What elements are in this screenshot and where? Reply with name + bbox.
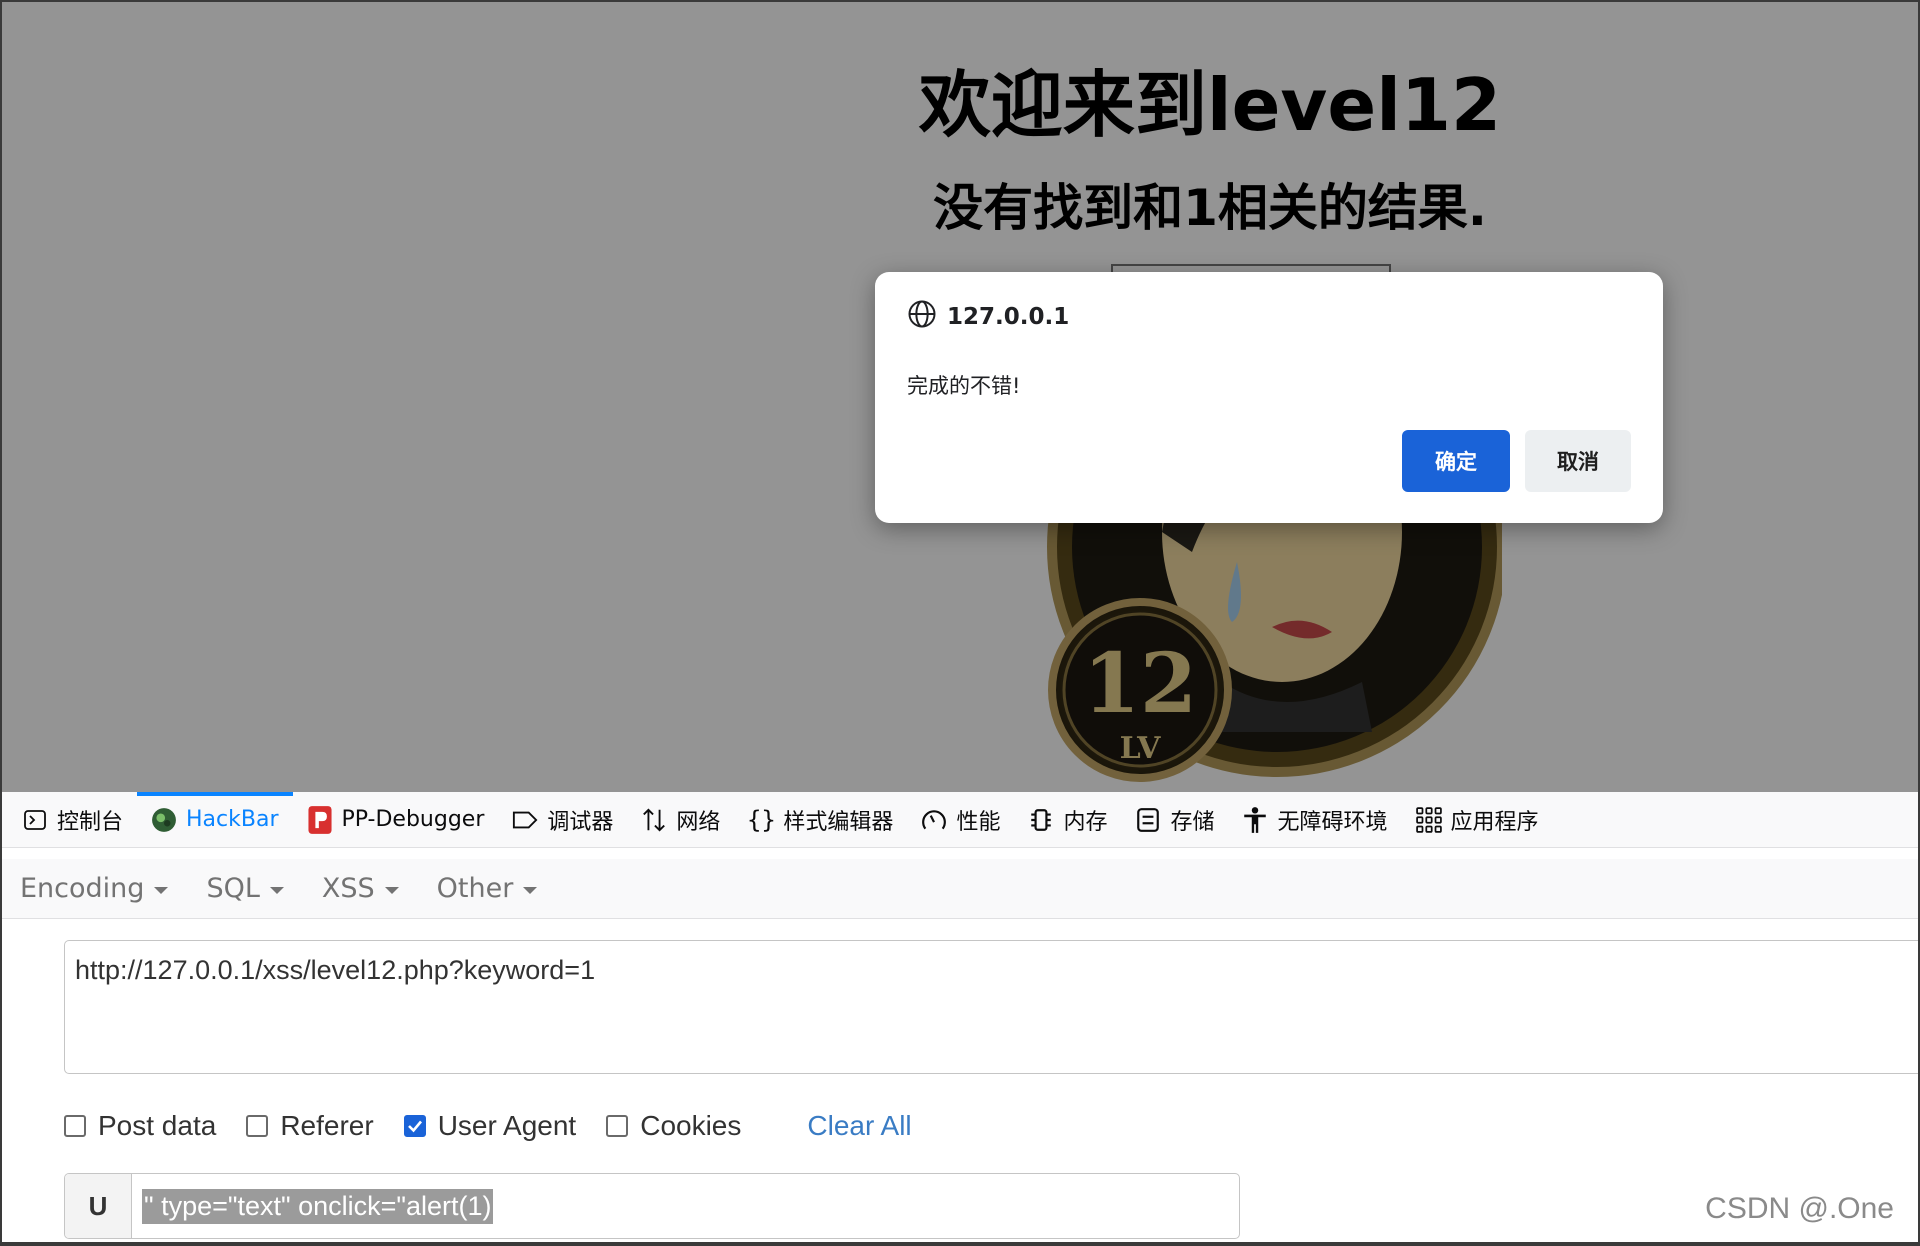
- style-editor-icon: {}: [746, 805, 776, 834]
- option-label: User Agent: [437, 1110, 577, 1141]
- request-options: Post data Referer User Agent Cookies Cle…: [64, 1106, 912, 1146]
- tab-label: 无障碍环境: [1277, 809, 1388, 835]
- tab-pp-debugger[interactable]: PP-Debugger: [293, 792, 499, 848]
- tab-storage[interactable]: 存储: [1121, 792, 1228, 848]
- memory-icon: [1028, 807, 1054, 833]
- tab-label: 控制台: [57, 809, 124, 835]
- clear-all-link[interactable]: Clear All: [807, 1110, 911, 1142]
- tab-hackbar[interactable]: HackBar: [137, 791, 293, 848]
- cancel-button[interactable]: 取消: [1525, 430, 1631, 492]
- menu-label: Other: [436, 873, 514, 904]
- user-agent-checkbox[interactable]: [403, 1115, 426, 1137]
- dialog-origin-text: 127.0.0.1: [947, 304, 1070, 330]
- user-agent-label: U: [65, 1174, 132, 1238]
- application-icon: [1415, 806, 1442, 833]
- referer-option[interactable]: Referer: [246, 1110, 374, 1142]
- post-data-checkbox[interactable]: [64, 1115, 86, 1137]
- globe-icon: [907, 299, 937, 335]
- ok-button[interactable]: 确定: [1402, 430, 1510, 492]
- tab-application[interactable]: 应用程序: [1402, 792, 1553, 848]
- tab-style-editor[interactable]: {} 样式编辑器: [734, 792, 907, 848]
- tab-label: 性能: [956, 809, 1001, 835]
- tab-memory[interactable]: 内存: [1014, 792, 1121, 848]
- browser-frame: 欢迎来到level12 没有找到和1相关的结果. 12 LV 127.0.0.1…: [2, 2, 1918, 1242]
- dialog-origin: 127.0.0.1: [907, 300, 1069, 334]
- performance-icon: [921, 807, 947, 833]
- user-agent-input[interactable]: " type="text" onclick="alert(1): [132, 1174, 494, 1238]
- devtools-tab-bar: 控制台 HackBar PP-Debugger 调试器 网络 {} 样式编辑器 …: [2, 791, 1918, 848]
- tab-label: PP-Debugger: [341, 807, 485, 832]
- caret-down-icon: [384, 887, 399, 894]
- caret-down-icon: [523, 887, 538, 894]
- sql-menu[interactable]: SQL: [206, 873, 284, 904]
- network-icon: [641, 807, 667, 833]
- tab-label: 网络: [676, 809, 721, 835]
- checkmark-icon: [407, 1120, 422, 1133]
- hackbar-menu-bar: Encoding SQL XSS Other: [2, 859, 1918, 919]
- cookies-option[interactable]: Cookies: [606, 1110, 741, 1142]
- user-agent-option[interactable]: User Agent: [403, 1110, 577, 1142]
- user-agent-field: U " type="text" onclick="alert(1): [64, 1173, 1240, 1239]
- caret-down-icon: [154, 887, 169, 894]
- encoding-menu[interactable]: Encoding: [20, 873, 169, 904]
- cookies-checkbox[interactable]: [606, 1115, 629, 1137]
- referer-checkbox[interactable]: [246, 1115, 269, 1137]
- debugger-icon: [512, 807, 538, 833]
- tab-label: 存储: [1170, 809, 1215, 835]
- storage-icon: [1135, 807, 1161, 833]
- tab-network[interactable]: 网络: [627, 792, 734, 848]
- menu-label: SQL: [206, 873, 260, 904]
- xss-menu[interactable]: XSS: [322, 873, 399, 904]
- tab-label: 应用程序: [1450, 809, 1539, 835]
- tab-debugger[interactable]: 调试器: [498, 792, 627, 848]
- post-data-option[interactable]: Post data: [64, 1110, 216, 1142]
- url-textarea[interactable]: http://127.0.0.1/xss/level12.php?keyword…: [64, 940, 1918, 1074]
- other-menu[interactable]: Other: [437, 873, 538, 904]
- dialog-message: 完成的不错!: [907, 374, 1021, 398]
- menu-label: Encoding: [20, 873, 145, 904]
- option-label: Referer: [280, 1110, 374, 1141]
- option-label: Cookies: [640, 1110, 742, 1141]
- console-icon: [22, 807, 48, 833]
- tab-console[interactable]: 控制台: [8, 792, 137, 848]
- watermark: CSDN @.One: [1705, 1192, 1894, 1225]
- pp-debugger-icon: [307, 805, 333, 834]
- hackbar-icon: [151, 807, 177, 833]
- tab-label: 调试器: [547, 809, 614, 835]
- page-viewport: 欢迎来到level12 没有找到和1相关的结果. 12 LV 127.0.0.1…: [2, 2, 1918, 792]
- menu-label: XSS: [321, 873, 375, 904]
- tab-accessibility[interactable]: 无障碍环境: [1228, 792, 1401, 848]
- accessibility-icon: [1242, 806, 1268, 833]
- tab-performance[interactable]: 性能: [907, 792, 1014, 848]
- tab-label: HackBar: [186, 807, 279, 832]
- alert-dialog: 127.0.0.1 完成的不错! 确定 取消: [875, 272, 1663, 523]
- caret-down-icon: [269, 887, 284, 894]
- tab-label: 样式编辑器: [783, 809, 894, 835]
- tab-label: 内存: [1063, 809, 1108, 835]
- option-label: Post data: [98, 1110, 217, 1141]
- user-agent-value: " type="text" onclick="alert(1): [142, 1188, 494, 1224]
